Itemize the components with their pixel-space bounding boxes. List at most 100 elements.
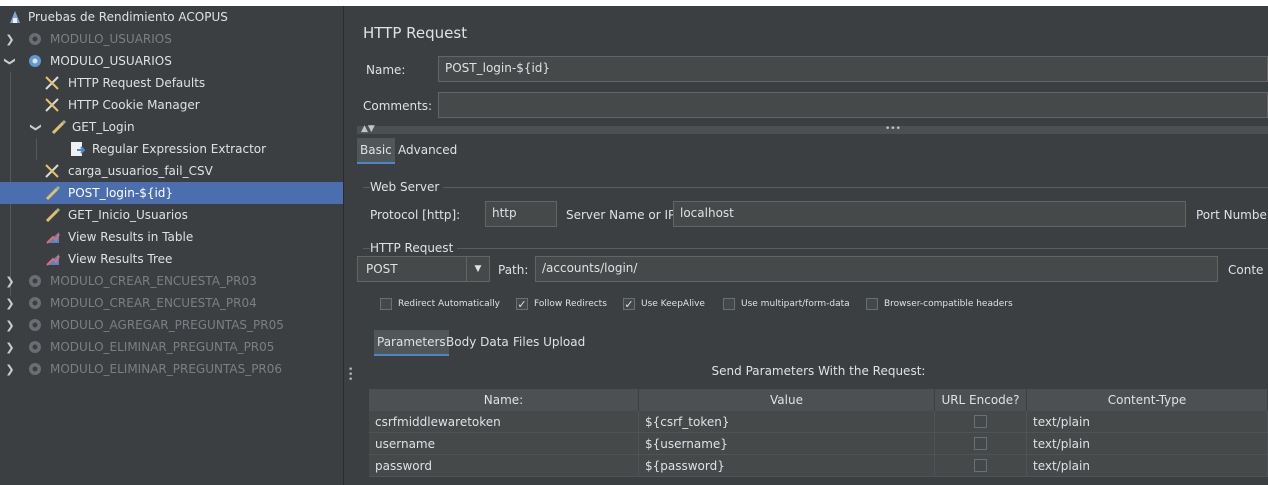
tab-basic[interactable]: Basic bbox=[357, 138, 395, 164]
tree-item-label: GET_Inicio_Usuarios bbox=[68, 208, 188, 222]
checkbox-use-multipart[interactable]: Use multipart/form-data bbox=[723, 298, 850, 310]
tree-item-modulo-usuarios[interactable]: ❯ MODULO_USUARIOS bbox=[0, 50, 343, 72]
checkbox-use-keepalive[interactable]: ✓ Use KeepAlive bbox=[623, 298, 705, 311]
url-encode-checkbox[interactable] bbox=[974, 415, 987, 428]
sampler-pen-icon bbox=[44, 184, 62, 202]
param-name-cell[interactable]: csrfmiddlewaretoken bbox=[369, 411, 639, 433]
chevron-down-icon[interactable]: ❯ bbox=[4, 55, 17, 67]
param-url-encode-cell[interactable] bbox=[935, 411, 1027, 433]
checkbox-redirect-automatically[interactable]: Redirect Automatically bbox=[380, 298, 500, 310]
param-content-type-cell[interactable]: text/plain bbox=[1027, 455, 1268, 477]
tree-item-label: MODULO_CREAR_ENCUESTA_PR04 bbox=[50, 296, 257, 310]
param-value-cell[interactable]: ${password} bbox=[639, 455, 935, 477]
param-content-type-cell[interactable]: text/plain bbox=[1027, 411, 1268, 433]
tree-item-crear-encuesta-pr03[interactable]: ❯ MODULO_CREAR_ENCUESTA_PR03 bbox=[0, 270, 343, 292]
checkbox-browser-compatible[interactable]: Browser-compatible headers bbox=[866, 298, 1013, 310]
param-value-cell[interactable]: ${username} bbox=[639, 433, 935, 455]
listener-chart-icon bbox=[44, 228, 62, 246]
thread-group-gear-icon bbox=[26, 360, 44, 378]
checkbox-label: Redirect Automatically bbox=[398, 299, 500, 309]
param-url-encode-cell[interactable] bbox=[935, 433, 1027, 455]
tree-item-view-results-table[interactable]: View Results in Table bbox=[0, 226, 343, 248]
splitter-grip-icon: • • • bbox=[348, 365, 354, 385]
test-plan-tree[interactable]: Pruebas de Rendimiento ACOPUS ❯ MODULO_U… bbox=[0, 6, 343, 485]
param-name-cell[interactable]: username bbox=[369, 433, 639, 455]
extractor-document-icon bbox=[68, 140, 86, 158]
protocol-field[interactable]: http bbox=[485, 201, 557, 227]
sampler-pen-icon bbox=[44, 206, 62, 224]
param-content-type-cell[interactable]: text/plain bbox=[1027, 433, 1268, 455]
tree-item-label: POST_login-${id} bbox=[68, 186, 174, 200]
url-encode-checkbox[interactable] bbox=[974, 459, 987, 472]
path-label: Path: bbox=[498, 263, 529, 277]
tree-item-view-results-tree[interactable]: View Results Tree bbox=[0, 248, 343, 270]
tree-item-regex-extractor[interactable]: Regular Expression Extractor bbox=[0, 138, 343, 160]
chevron-right-icon[interactable]: ❯ bbox=[4, 33, 16, 46]
tree-item-label: MODULO_ELIMINAR_PREGUNTA_PR05 bbox=[50, 340, 275, 354]
test-plan-icon bbox=[6, 8, 24, 26]
tree-item-label: carga_usuarios_fail_CSV bbox=[68, 164, 213, 178]
tree-item-carga-usuarios-csv[interactable]: carga_usuarios_fail_CSV bbox=[0, 160, 343, 182]
path-field[interactable]: /accounts/login/ bbox=[535, 256, 1218, 282]
sampler-pen-icon bbox=[50, 118, 68, 136]
param-url-encode-cell[interactable] bbox=[935, 455, 1027, 477]
tree-item-eliminar-pregunta-pr05[interactable]: ❯ MODULO_ELIMINAR_PREGUNTA_PR05 bbox=[0, 336, 343, 358]
tree-item-http-cookie-manager[interactable]: HTTP Cookie Manager bbox=[0, 94, 343, 116]
thread-group-gear-icon bbox=[26, 30, 44, 48]
tab-advanced[interactable]: Advanced bbox=[395, 138, 460, 162]
name-field[interactable]: POST_login-${id} bbox=[438, 56, 1268, 82]
checkbox-box[interactable]: ✓ bbox=[623, 298, 635, 311]
web-server-group-label: Web Server bbox=[370, 180, 444, 194]
checkbox-box[interactable] bbox=[866, 298, 878, 310]
chevron-right-icon[interactable]: ❯ bbox=[4, 319, 16, 332]
col-header-value[interactable]: Value bbox=[639, 389, 935, 411]
chevron-right-icon[interactable]: ❯ bbox=[4, 275, 16, 288]
tree-root[interactable]: Pruebas de Rendimiento ACOPUS bbox=[0, 6, 343, 28]
tree-item-modulo-usuarios-disabled[interactable]: ❯ MODULO_USUARIOS bbox=[0, 28, 343, 50]
protocol-label: Protocol [http]: bbox=[370, 208, 461, 222]
chevron-right-icon[interactable]: ❯ bbox=[4, 341, 16, 354]
tree-item-label: MODULO_ELIMINAR_PREGUNTAS_PR06 bbox=[50, 362, 283, 376]
checkbox-follow-redirects[interactable]: ✓ Follow Redirects bbox=[516, 298, 607, 311]
chevron-right-icon[interactable]: ❯ bbox=[4, 297, 16, 310]
pane-splitter[interactable]: • • • bbox=[343, 6, 357, 485]
checkbox-box[interactable] bbox=[723, 298, 735, 310]
collapse-arrows-icon[interactable]: ▲▼ bbox=[361, 125, 375, 134]
col-header-url-encode[interactable]: URL Encode? bbox=[935, 389, 1027, 411]
tree-item-eliminar-preguntas-pr06[interactable]: ❯ MODULO_ELIMINAR_PREGUNTAS_PR06 bbox=[0, 358, 343, 380]
param-name-cell[interactable]: password bbox=[369, 455, 639, 477]
chevron-down-icon[interactable]: ❯ bbox=[30, 121, 43, 133]
wrench-icon bbox=[44, 74, 62, 92]
tree-item-label: GET_Login bbox=[72, 120, 135, 134]
server-field[interactable]: localhost bbox=[673, 201, 1186, 227]
params-caption: Send Parameters With the Request: bbox=[711, 364, 926, 378]
tree-item-agregar-preguntas-pr05[interactable]: ❯ MODULO_AGREGAR_PREGUNTAS_PR05 bbox=[0, 314, 343, 336]
checkbox-label: Browser-compatible headers bbox=[884, 299, 1013, 309]
comments-field[interactable] bbox=[438, 92, 1268, 118]
thread-group-gear-icon bbox=[26, 316, 44, 334]
comments-collapse-bar[interactable]: ▲▼ ••• bbox=[357, 125, 1268, 134]
tree-item-crear-encuesta-pr04[interactable]: ❯ MODULO_CREAR_ENCUESTA_PR04 bbox=[0, 292, 343, 314]
tab-body-data[interactable]: Body Data bbox=[443, 330, 512, 354]
checkbox-box[interactable] bbox=[380, 298, 392, 310]
col-header-content-type[interactable]: Content-Type bbox=[1027, 389, 1268, 411]
tree-item-label: HTTP Cookie Manager bbox=[68, 98, 200, 112]
col-header-name[interactable]: Name: bbox=[369, 389, 639, 411]
url-encode-checkbox[interactable] bbox=[974, 437, 987, 450]
tab-parameters[interactable]: Parameters bbox=[374, 330, 449, 356]
tree-item-get-login[interactable]: ❯ GET_Login bbox=[0, 116, 343, 138]
tab-files-upload[interactable]: Files Upload bbox=[510, 330, 588, 354]
checkbox-label: Use multipart/form-data bbox=[741, 299, 850, 309]
thread-group-gear-icon bbox=[26, 52, 44, 70]
checkbox-box[interactable]: ✓ bbox=[516, 298, 528, 311]
dropdown-arrow-icon[interactable]: ▼ bbox=[466, 257, 489, 281]
method-select[interactable]: POST ▼ bbox=[357, 256, 490, 282]
tree-item-http-request-defaults[interactable]: HTTP Request Defaults bbox=[0, 72, 343, 94]
tree-item-post-login[interactable]: POST_login-${id} bbox=[0, 182, 343, 204]
tree-item-get-inicio-usuarios[interactable]: GET_Inicio_Usuarios bbox=[0, 204, 343, 226]
chevron-right-icon[interactable]: ❯ bbox=[4, 363, 16, 376]
param-value-cell[interactable]: ${csrf_token} bbox=[639, 411, 935, 433]
tree-item-label: View Results Tree bbox=[68, 252, 173, 266]
wrench-icon bbox=[44, 96, 62, 114]
tree-item-label: Regular Expression Extractor bbox=[92, 142, 267, 156]
